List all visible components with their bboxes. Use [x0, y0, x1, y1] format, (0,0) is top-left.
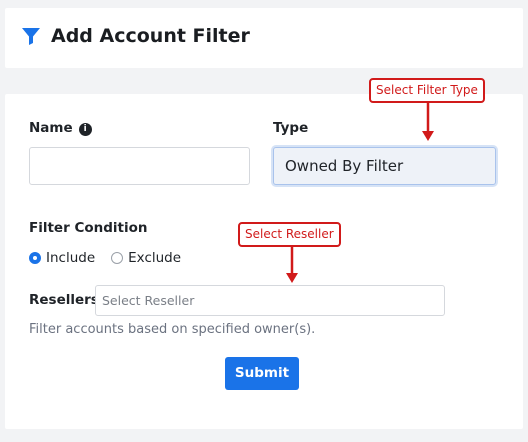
- title-row: Add Account Filter: [21, 25, 250, 47]
- type-select[interactable]: Owned By Filter: [273, 147, 496, 185]
- radio-include-label[interactable]: Include: [46, 250, 95, 266]
- resellers-label: Resellers: [29, 292, 99, 308]
- help-text: Filter accounts based on specified owner…: [29, 322, 316, 337]
- page-title: Add Account Filter: [51, 25, 250, 47]
- radio-exclude-label[interactable]: Exclude: [128, 250, 181, 266]
- annotation-select-filter-type: Select Filter Type: [369, 78, 485, 103]
- name-input[interactable]: [29, 147, 250, 185]
- radio-include-button[interactable]: [29, 252, 41, 264]
- filter-icon: [22, 28, 40, 45]
- filter-condition-radio-group: Include Exclude: [29, 250, 197, 266]
- form-card: Name i Type Owned By Filter Filter Condit…: [5, 94, 523, 429]
- name-label: Name: [29, 120, 73, 136]
- header-card: Add Account Filter: [5, 8, 523, 68]
- radio-exclude-button[interactable]: [111, 252, 124, 264]
- arrow-filter-type: [422, 103, 434, 141]
- filter-condition-label: Filter Condition: [29, 220, 148, 236]
- type-label: Type: [273, 120, 309, 136]
- radio-exclude[interactable]: Exclude: [111, 250, 181, 266]
- submit-button[interactable]: Submit: [225, 357, 299, 390]
- reseller-select[interactable]: Select Reseller: [95, 285, 445, 316]
- name-label-row: Name i: [29, 120, 92, 136]
- info-icon[interactable]: i: [78, 123, 92, 136]
- arrow-reseller: [286, 247, 298, 283]
- annotation-select-reseller: Select Reseller: [238, 222, 341, 247]
- radio-include[interactable]: Include: [29, 250, 95, 266]
